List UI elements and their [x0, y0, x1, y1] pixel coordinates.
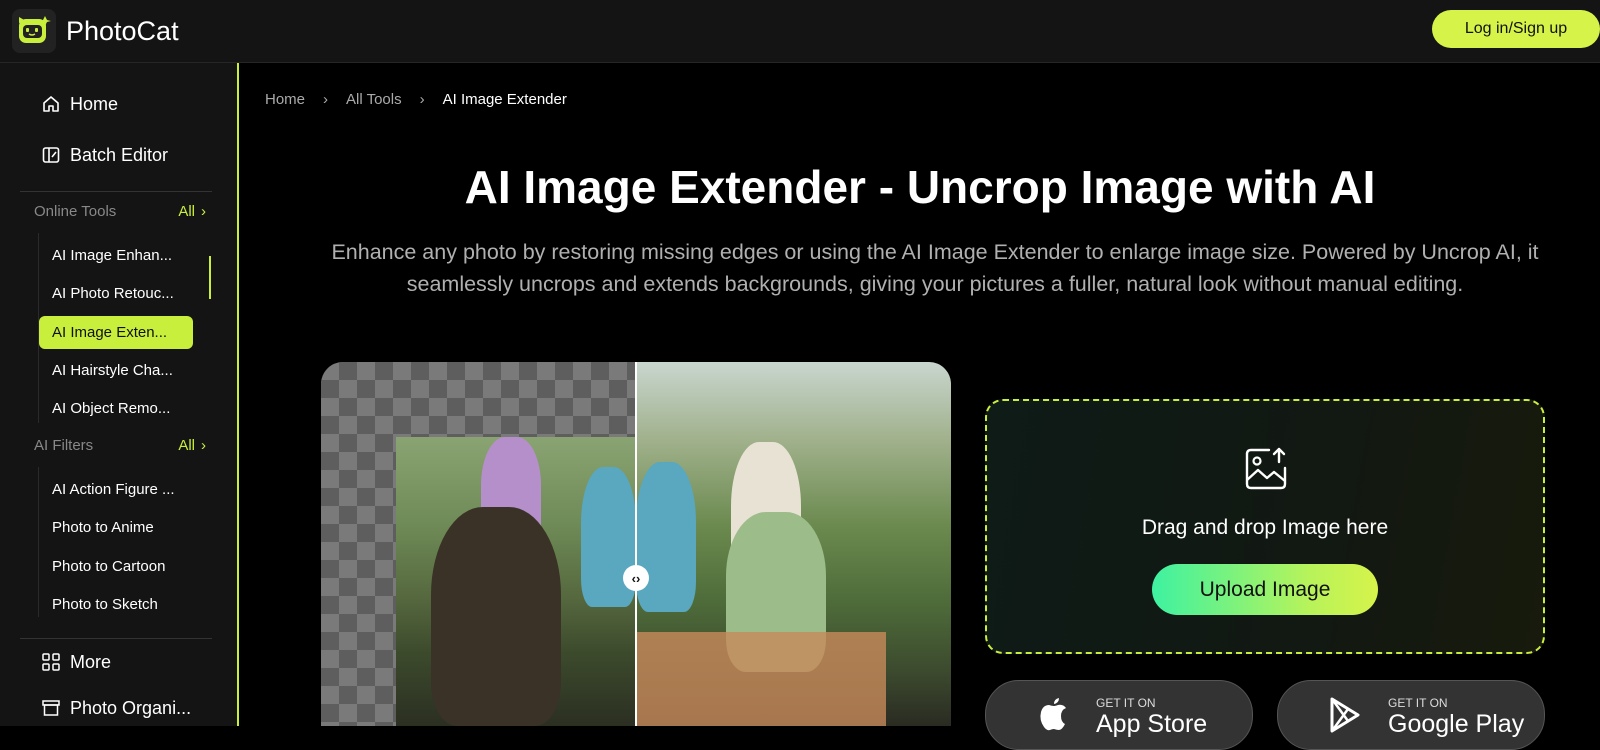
chevron-right-icon: › — [419, 91, 425, 108]
breadcrumb: Home › All Tools › AI Image Extender — [265, 91, 567, 108]
sidebar-item-ai-image-extender[interactable]: AI Image Exten... — [39, 316, 193, 349]
ai-filters-all-link[interactable]: All › — [178, 437, 206, 454]
sidebar-item-photo-organizer[interactable]: Photo Organi... — [40, 697, 191, 719]
extended-photo — [636, 362, 951, 726]
comparison-divider — [635, 362, 637, 726]
original-photo — [396, 437, 636, 726]
sidebar-item-photo-to-anime[interactable]: Photo to Anime — [39, 511, 193, 544]
sidebar-divider — [20, 191, 212, 192]
chevron-right-icon: › — [323, 91, 329, 108]
grid-icon — [40, 651, 62, 673]
online-tools-all-link[interactable]: All › — [178, 203, 206, 220]
google-play-icon — [1326, 695, 1366, 740]
sidebar-item-label: Batch Editor — [70, 144, 169, 165]
sidebar-item-ai-action-figure[interactable]: AI Action Figure ... — [39, 473, 193, 506]
online-tools-heading: Online Tools — [34, 203, 117, 220]
app-store-button[interactable]: GET IT ON App Store — [985, 680, 1253, 750]
sidebar-item-ai-object-remover[interactable]: AI Object Remo... — [39, 392, 193, 425]
ai-filters-header: AI Filters All › — [34, 437, 206, 454]
sidebar-item-ai-hairstyle-changer[interactable]: AI Hairstyle Cha... — [39, 354, 193, 387]
photocat-logo-icon — [12, 9, 56, 53]
store-name: Google Play — [1388, 710, 1525, 738]
store-caption: GET IT ON — [1096, 696, 1156, 710]
chevron-right-icon: › — [201, 437, 206, 454]
sidebar-item-ai-photo-retouch[interactable]: AI Photo Retouc... — [39, 277, 193, 310]
app-name: PhotoCat — [66, 15, 179, 46]
sidebar-item-label: More — [70, 651, 112, 672]
ai-filters-heading: AI Filters — [34, 437, 94, 454]
archive-icon — [40, 697, 62, 719]
batch-editor-icon — [40, 144, 62, 166]
sidebar-item-more[interactable]: More — [40, 651, 111, 673]
top-bar: PhotoCat Log in/Sign up — [0, 0, 1600, 63]
breadcrumb-current: AI Image Extender — [442, 91, 567, 108]
logo[interactable]: PhotoCat — [12, 9, 179, 53]
sidebar-item-photo-to-sketch[interactable]: Photo to Sketch — [39, 588, 193, 621]
sidebar-item-label: Photo Organi... — [70, 697, 192, 718]
sidebar: Home Batch Editor Online Tools All › AI … — [0, 63, 239, 726]
sidebar-item-label: Home — [70, 93, 119, 114]
breadcrumb-all-tools[interactable]: All Tools — [346, 91, 402, 108]
upload-dropzone[interactable]: Drag and drop Image here Upload Image — [985, 399, 1545, 654]
apple-icon — [1034, 695, 1074, 740]
page-title: AI Image Extender - Uncrop Image with AI — [464, 161, 1376, 213]
all-label: All — [178, 437, 195, 454]
slider-handle-icon[interactable]: ‹› — [623, 565, 649, 591]
store-caption: GET IT ON — [1388, 696, 1448, 710]
upload-image-button[interactable]: Upload Image — [1152, 564, 1378, 615]
store-name: App Store — [1096, 710, 1208, 738]
sidebar-item-batch-editor[interactable]: Batch Editor — [40, 144, 168, 166]
login-signup-button[interactable]: Log in/Sign up — [1432, 10, 1600, 48]
drop-instructions: Drag and drop Image here — [1141, 516, 1389, 539]
sidebar-item-photo-to-cartoon[interactable]: Photo to Cartoon — [39, 550, 193, 583]
sidebar-item-home[interactable]: Home — [40, 93, 118, 115]
chevron-right-icon: › — [201, 203, 206, 220]
page-description: Enhance any photo by restoring missing e… — [331, 240, 1539, 296]
google-play-button[interactable]: GET IT ON Google Play — [1277, 680, 1545, 750]
online-tools-header: Online Tools All › — [34, 203, 206, 220]
all-label: All — [178, 203, 195, 220]
sidebar-scrollbar[interactable] — [209, 256, 211, 299]
sidebar-divider — [20, 638, 212, 639]
breadcrumb-home[interactable]: Home — [265, 91, 305, 108]
sidebar-item-ai-image-enhancer[interactable]: AI Image Enhan... — [39, 239, 193, 272]
before-after-comparison[interactable]: ‹› — [321, 362, 951, 726]
home-icon — [40, 93, 62, 115]
image-upload-icon — [1243, 446, 1289, 497]
